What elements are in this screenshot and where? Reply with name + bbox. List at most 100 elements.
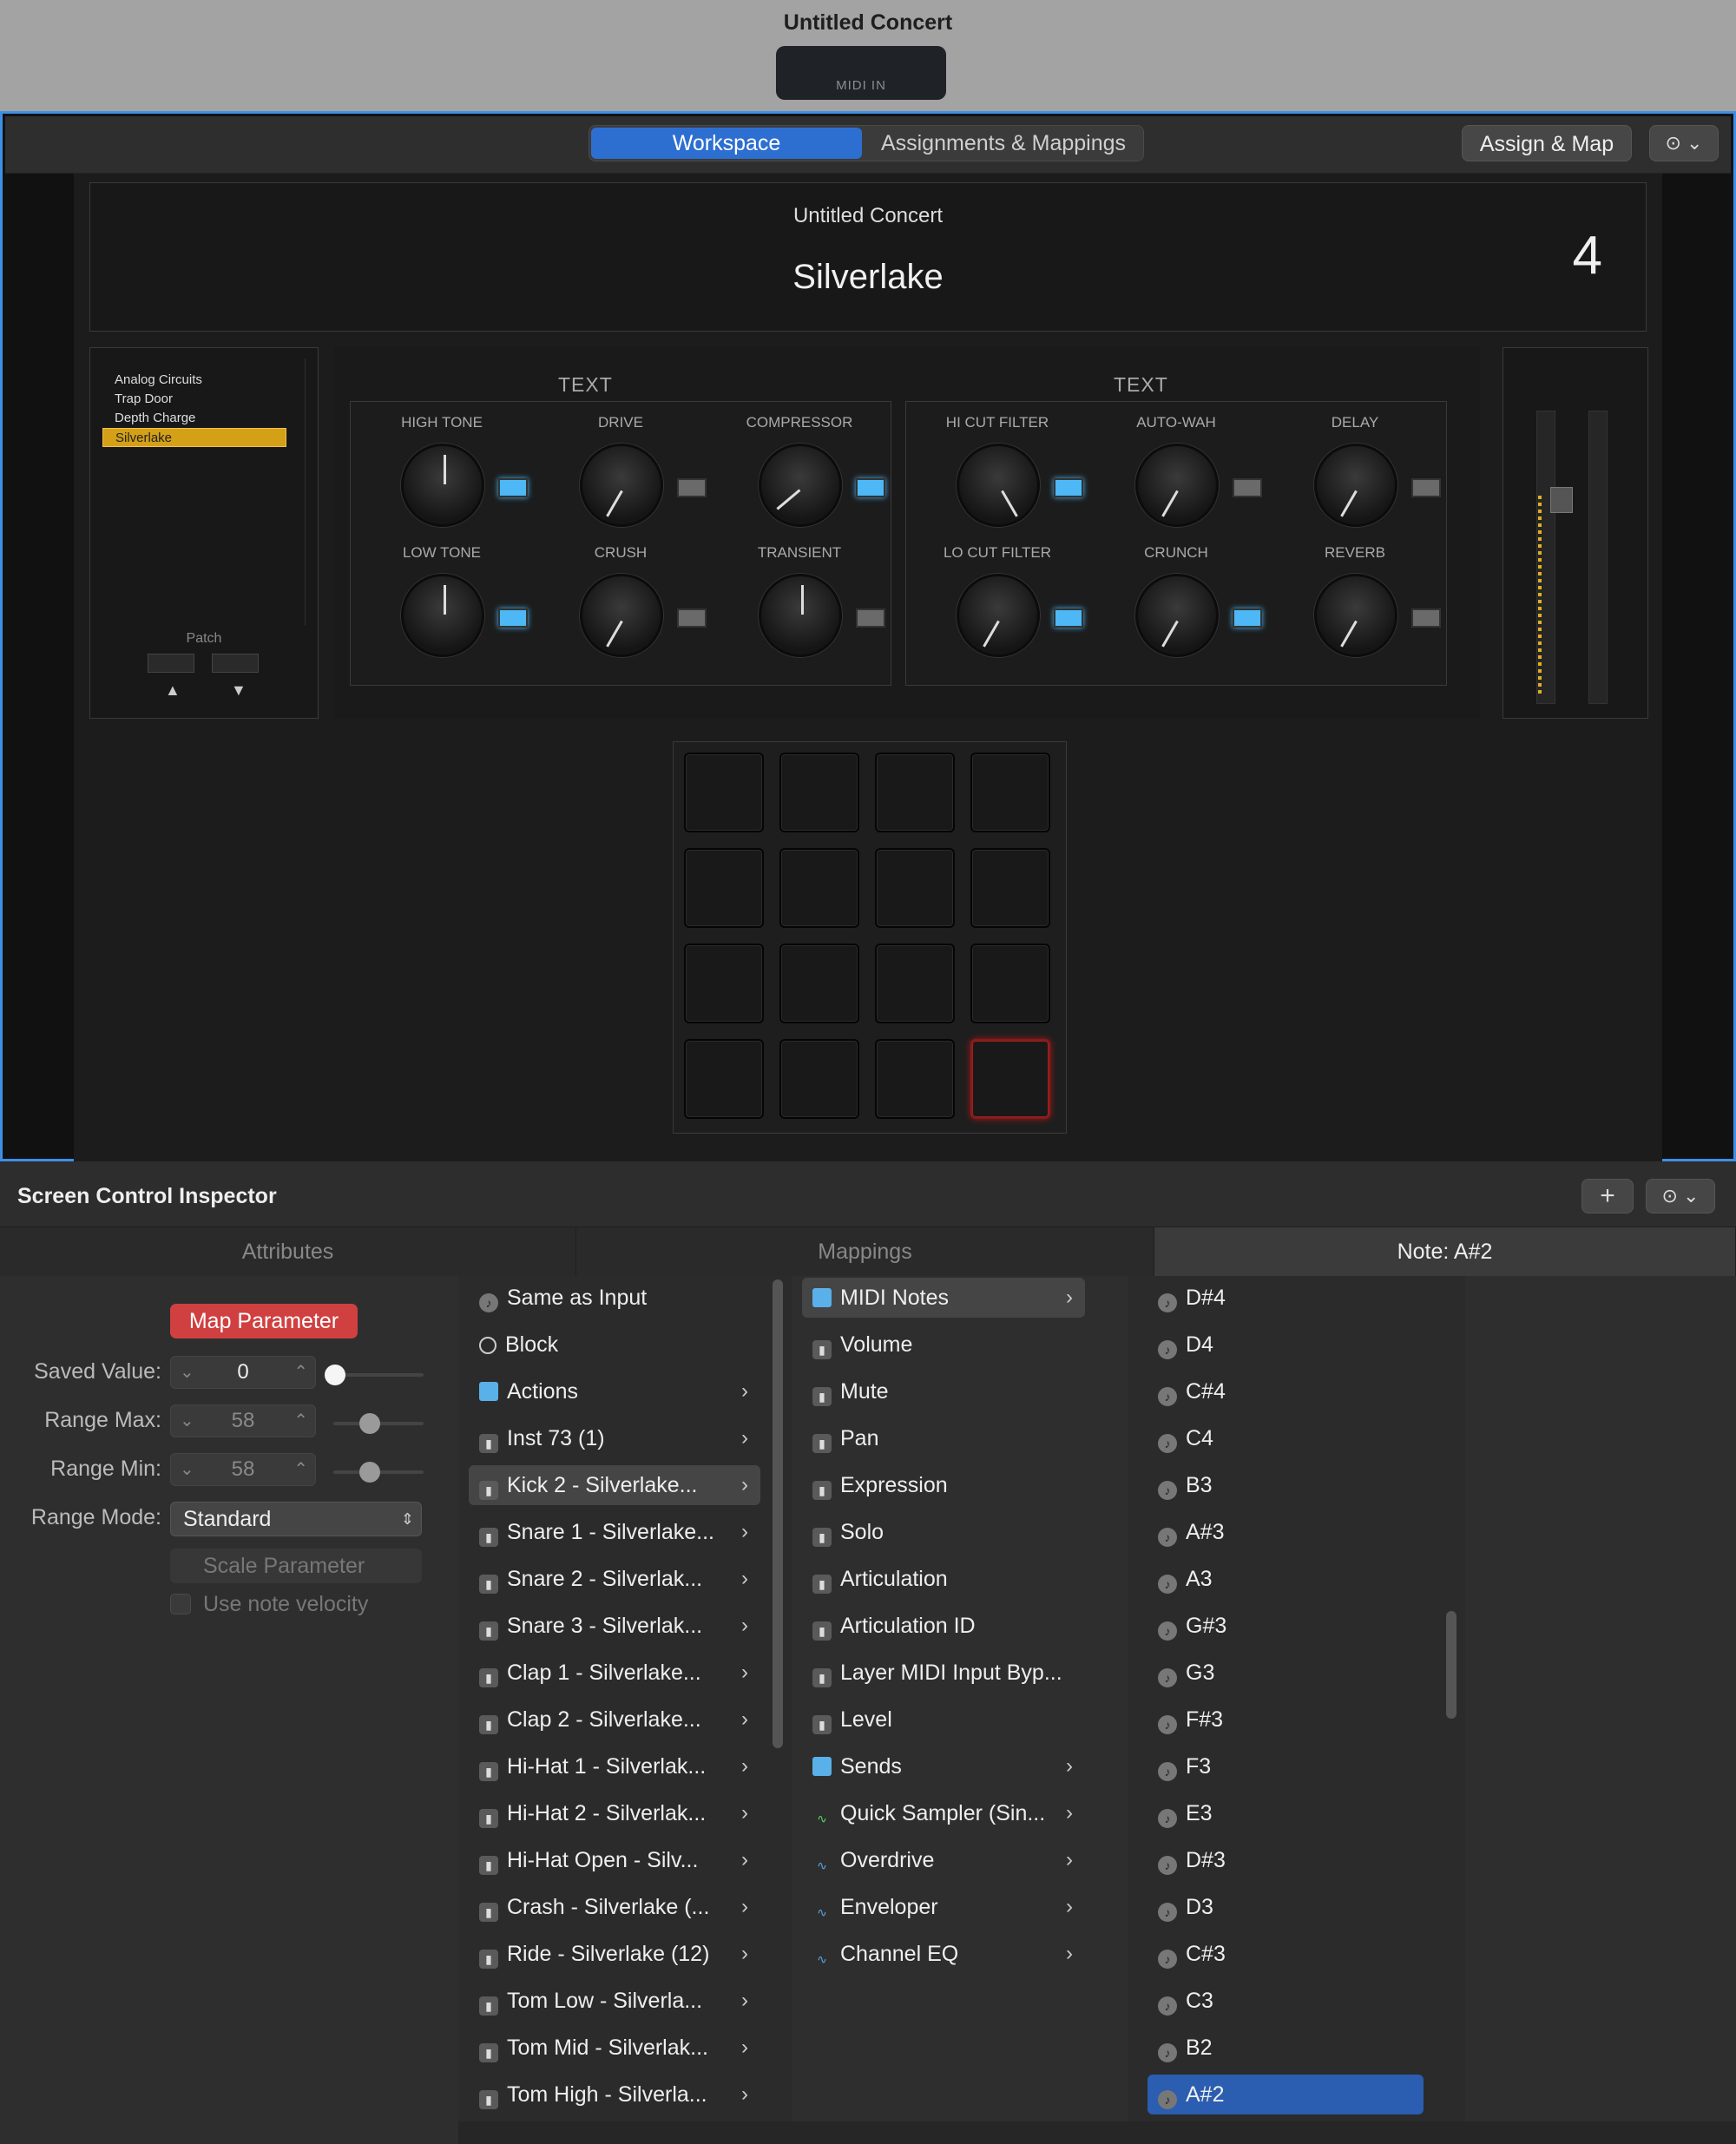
drum-pad[interactable] bbox=[779, 944, 859, 1023]
mapping-list-item[interactable]: ▮ Mute bbox=[802, 1371, 1085, 1411]
note-list-item[interactable]: ♪ C#4 bbox=[1147, 1371, 1424, 1411]
drum-pad[interactable] bbox=[970, 1039, 1050, 1119]
bypass-toggle[interactable] bbox=[1054, 608, 1083, 628]
mapping-list-item[interactable]: Block bbox=[469, 1325, 760, 1365]
bypass-toggle[interactable] bbox=[856, 478, 885, 497]
drum-pad[interactable] bbox=[875, 1039, 955, 1119]
note-list-item[interactable]: ♪ D#4 bbox=[1147, 1278, 1424, 1318]
mapping-list-item[interactable]: Actions › bbox=[469, 1371, 760, 1411]
bypass-toggle[interactable] bbox=[677, 608, 707, 628]
patch-item[interactable]: Depth Charge bbox=[102, 409, 286, 428]
patch-up-button[interactable] bbox=[148, 654, 194, 673]
note-list-item[interactable]: ♪ F3 bbox=[1147, 1746, 1424, 1786]
rotary-knob[interactable] bbox=[957, 444, 1040, 527]
mapping-list-item[interactable]: ▮ Crash - Silverlake (... › bbox=[469, 1887, 760, 1927]
bypass-toggle[interactable] bbox=[1411, 608, 1441, 628]
note-list-item[interactable]: ♪ A#2 bbox=[1147, 2075, 1424, 2114]
saved-value-stepper[interactable]: ⌄ 0 ⌃ bbox=[170, 1356, 316, 1389]
mapping-list-item[interactable]: ▮ Level bbox=[802, 1700, 1085, 1740]
tab-workspace[interactable]: Workspace bbox=[591, 128, 862, 159]
range-min-stepper[interactable]: ⌄ 58 ⌃ bbox=[170, 1453, 316, 1486]
drum-pad[interactable] bbox=[970, 944, 1050, 1023]
mapping-list-item[interactable]: ▮ Inst 73 (1) › bbox=[469, 1418, 760, 1458]
note-list-item[interactable]: ♪ C#3 bbox=[1147, 1934, 1424, 1974]
note-list-item[interactable]: ♪ B2 bbox=[1147, 2028, 1424, 2068]
volume-fader-handle[interactable] bbox=[1550, 487, 1573, 513]
map-parameter-button[interactable]: Map Parameter bbox=[170, 1304, 358, 1338]
assign-map-button[interactable]: Assign & Map bbox=[1462, 125, 1632, 161]
mapping-list-item[interactable]: ▮ Layer MIDI Input Byp... bbox=[802, 1653, 1085, 1693]
note-list-item[interactable]: ♪ A3 bbox=[1147, 1559, 1424, 1599]
rotary-knob[interactable] bbox=[580, 444, 663, 527]
slider-thumb[interactable] bbox=[359, 1413, 380, 1434]
patch-item[interactable]: Analog Circuits bbox=[102, 371, 286, 390]
chevron-up-icon[interactable]: ⌃ bbox=[293, 1405, 308, 1437]
drum-pad[interactable] bbox=[875, 753, 955, 832]
note-list-item[interactable]: ♪ D3 bbox=[1147, 1887, 1424, 1927]
mapping-list-item[interactable]: ▮ Solo bbox=[802, 1512, 1085, 1552]
tab-mappings[interactable]: Mappings bbox=[576, 1227, 1154, 1276]
slider-thumb[interactable] bbox=[325, 1365, 345, 1385]
column-3-scrollbar[interactable] bbox=[1446, 1611, 1457, 1719]
rotary-knob[interactable] bbox=[1135, 444, 1219, 527]
drum-pad[interactable] bbox=[779, 753, 859, 832]
mapping-list-item[interactable]: ▮ Pan bbox=[802, 1418, 1085, 1458]
mapping-list-item[interactable]: ∿ Overdrive › bbox=[802, 1840, 1085, 1880]
add-button[interactable]: + bbox=[1581, 1179, 1634, 1213]
rotary-knob[interactable] bbox=[759, 574, 842, 657]
drum-pad[interactable] bbox=[970, 753, 1050, 832]
mapping-list-item[interactable]: ▮ Clap 2 - Silverlake... › bbox=[469, 1700, 760, 1740]
mapping-list-item[interactable]: ▮ Hi-Hat Open - Silv... › bbox=[469, 1840, 760, 1880]
drum-pad[interactable] bbox=[970, 848, 1050, 928]
tab-attributes[interactable]: Attributes bbox=[0, 1227, 576, 1276]
patch-down-button[interactable] bbox=[212, 654, 259, 673]
drum-pad[interactable] bbox=[684, 944, 764, 1023]
scale-parameter-button[interactable]: Scale Parameter bbox=[170, 1549, 422, 1583]
mapping-list-item[interactable]: ▮ Tom Low - Silverla... › bbox=[469, 1981, 760, 2021]
note-list-item[interactable]: ♪ B3 bbox=[1147, 1465, 1424, 1505]
note-list-item[interactable]: ♪ D4 bbox=[1147, 1325, 1424, 1365]
mapping-list-item[interactable]: ▮ Snare 3 - Silverlak... › bbox=[469, 1606, 760, 1646]
tab-note[interactable]: Note: A#2 bbox=[1154, 1227, 1736, 1276]
rotary-knob[interactable] bbox=[401, 444, 484, 527]
rotary-knob[interactable] bbox=[1314, 574, 1397, 657]
drum-pad[interactable] bbox=[684, 848, 764, 928]
mapping-list-item[interactable]: MIDI Notes › bbox=[802, 1278, 1085, 1318]
bypass-toggle[interactable] bbox=[498, 608, 528, 628]
mapping-list-item[interactable]: ▮ Snare 1 - Silverlake... › bbox=[469, 1512, 760, 1552]
note-list-item[interactable]: ♪ A#3 bbox=[1147, 1512, 1424, 1552]
column-1-scrollbar[interactable] bbox=[773, 1279, 783, 1748]
rotary-knob[interactable] bbox=[580, 574, 663, 657]
mapping-list-item[interactable]: ∿ Channel EQ › bbox=[802, 1934, 1085, 1974]
patch-item-selected[interactable]: Silverlake bbox=[102, 428, 286, 447]
mapping-list-item[interactable]: ▮ Volume bbox=[802, 1325, 1085, 1365]
more-options-button[interactable]: ⊙ ⌄ bbox=[1649, 125, 1719, 161]
mapping-list-item[interactable]: ▮ Ride - Silverlake (12) › bbox=[469, 1934, 760, 1974]
inspector-more-button[interactable]: ⊙ ⌄ bbox=[1646, 1179, 1715, 1213]
mapping-list-item[interactable]: ▮ Tom High - Silverla... › bbox=[469, 2075, 760, 2114]
note-list-item[interactable]: ♪ G#3 bbox=[1147, 1606, 1424, 1646]
mapping-list-item[interactable]: ▮ Expression bbox=[802, 1465, 1085, 1505]
note-list-item[interactable]: ♪ D#3 bbox=[1147, 1840, 1424, 1880]
note-list-item[interactable]: ♪ C3 bbox=[1147, 1981, 1424, 2021]
rotary-knob[interactable] bbox=[1314, 444, 1397, 527]
mapping-list-item[interactable]: Sends › bbox=[802, 1746, 1085, 1786]
chevron-up-icon[interactable]: ⌃ bbox=[293, 1357, 308, 1388]
note-list-item[interactable]: ♪ G3 bbox=[1147, 1653, 1424, 1693]
saved-value-slider[interactable] bbox=[333, 1373, 424, 1377]
mapping-list-item[interactable]: ▮ Hi-Hat 2 - Silverlak... › bbox=[469, 1793, 760, 1833]
use-note-velocity-checkbox[interactable] bbox=[170, 1594, 191, 1615]
mapping-list-item[interactable]: ▮ Kick 2 - Silverlake... › bbox=[469, 1465, 760, 1505]
note-list-item[interactable]: ♪ C4 bbox=[1147, 1418, 1424, 1458]
mapping-list-item[interactable]: ∿ Enveloper › bbox=[802, 1887, 1085, 1927]
mapping-list-item[interactable]: ▮ Tom Mid - Silverlak... › bbox=[469, 2028, 760, 2068]
note-list-item[interactable]: ♪ E3 bbox=[1147, 1793, 1424, 1833]
mapping-list-item[interactable]: ▮ Clap 1 - Silverlake... › bbox=[469, 1653, 760, 1693]
bypass-toggle[interactable] bbox=[1411, 478, 1441, 497]
mapping-list-item[interactable]: ▮ Articulation bbox=[802, 1559, 1085, 1599]
mapping-list-item[interactable]: ▮ Hi-Hat 1 - Silverlak... › bbox=[469, 1746, 760, 1786]
drum-pad[interactable] bbox=[875, 944, 955, 1023]
rotary-knob[interactable] bbox=[1135, 574, 1219, 657]
bypass-toggle[interactable] bbox=[498, 478, 528, 497]
drum-pad[interactable] bbox=[684, 753, 764, 832]
